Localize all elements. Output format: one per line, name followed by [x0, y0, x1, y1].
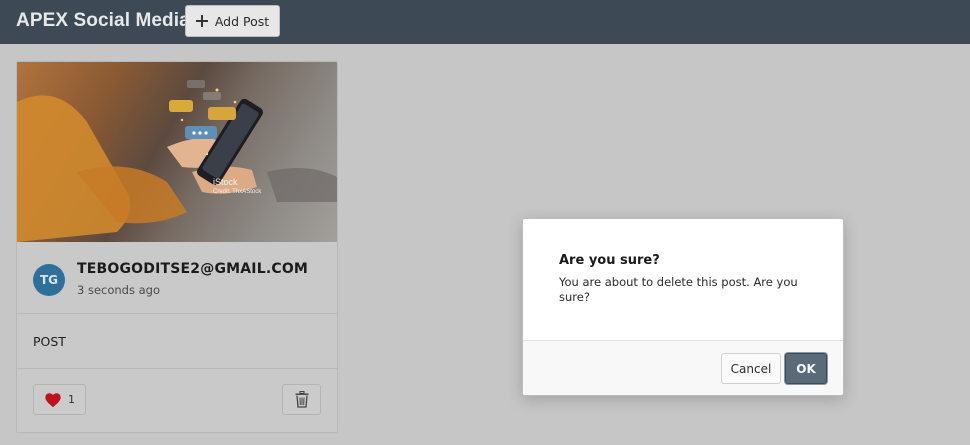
like-count: 1 — [68, 393, 75, 406]
trash-icon — [295, 391, 308, 408]
add-post-button[interactable]: Add Post — [185, 5, 280, 37]
post-card: iStock Credit: ThxAStock TG TEBOGODITSE2… — [16, 61, 338, 433]
post-image: iStock Credit: ThxAStock — [17, 62, 337, 242]
post-header: TG TEBOGODITSE2@GMAIL.COM 3 seconds ago — [17, 242, 337, 314]
dialog-footer: Cancel OK — [523, 340, 843, 395]
plus-icon — [195, 15, 208, 27]
post-text: POST — [33, 334, 66, 349]
image-watermark: iStock Credit: ThxAStock — [213, 177, 261, 197]
post-author: TEBOGODITSE2@GMAIL.COM — [77, 261, 309, 277]
dialog-message: You are about to delete this post. Are y… — [559, 275, 798, 304]
app-title[interactable]: APEX Social Media — [16, 10, 190, 32]
delete-post-button[interactable] — [282, 384, 321, 415]
watermark-credit: Credit: ThxAStock — [213, 189, 262, 195]
watermark-brand: iStock — [213, 177, 238, 187]
dialog-title: Are you sure? — [559, 253, 660, 268]
post-content: POST — [17, 315, 337, 369]
ok-button[interactable]: OK — [785, 353, 827, 384]
top-navigation-bar: APEX Social Media Add Post — [0, 0, 970, 44]
add-post-label: Add Post — [214, 13, 270, 29]
confirm-delete-dialog: Are you sure? You are about to delete th… — [522, 218, 844, 396]
avatar: TG — [33, 264, 65, 296]
post-image-illustration — [17, 80, 337, 242]
cancel-button[interactable]: Cancel — [721, 353, 781, 384]
like-button[interactable]: 1 — [33, 384, 86, 415]
heart-icon — [45, 392, 61, 407]
post-timestamp: 3 seconds ago — [77, 283, 161, 297]
